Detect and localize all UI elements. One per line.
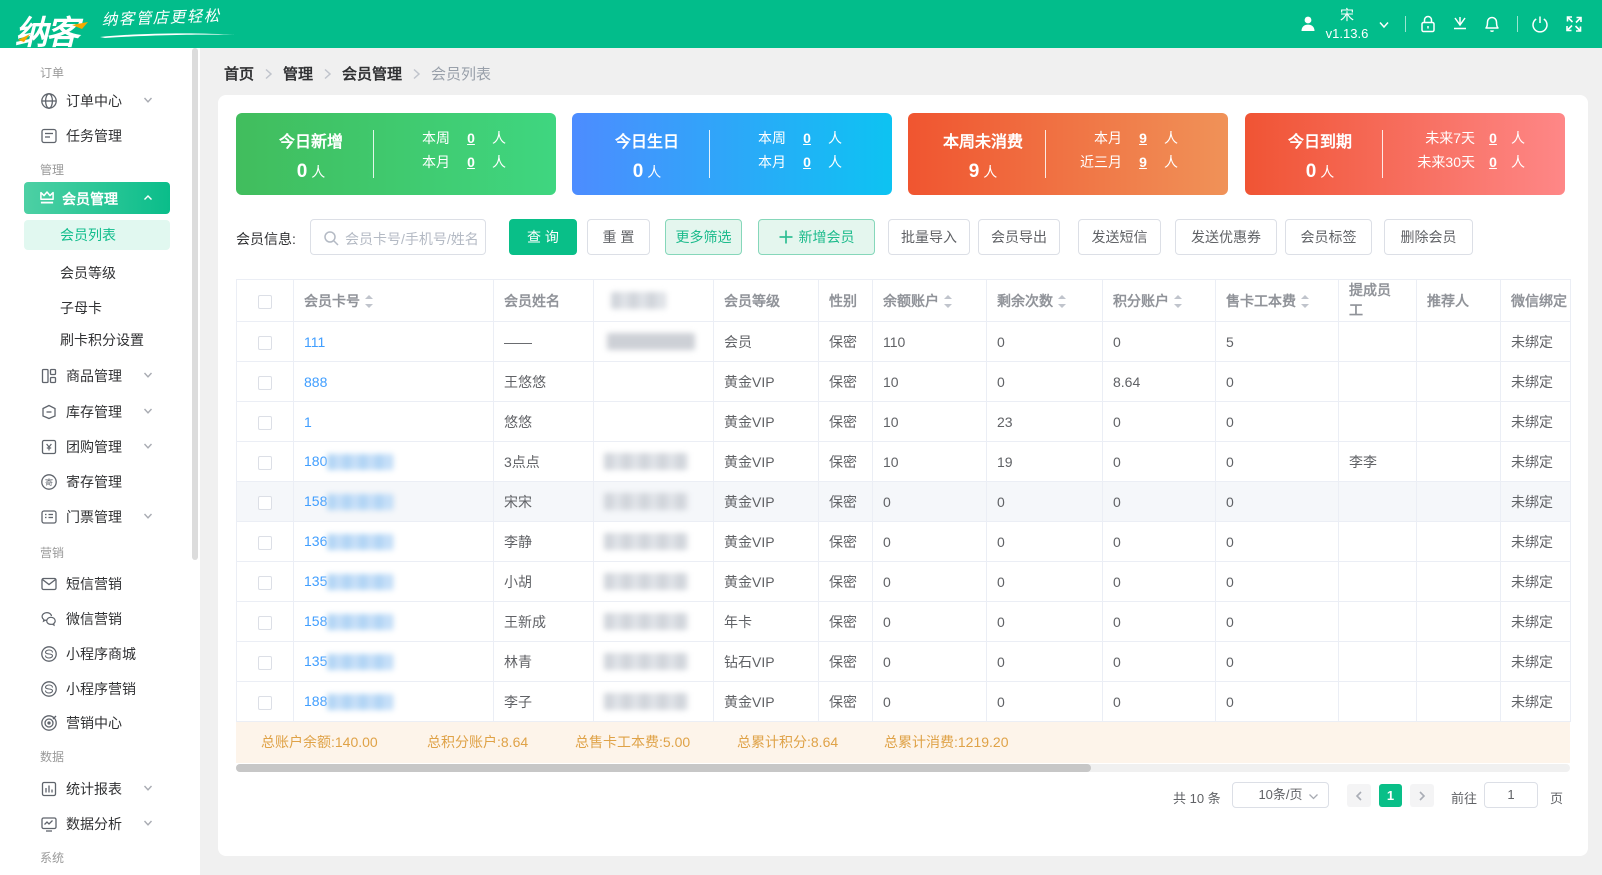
svg-text:寄: 寄 [45, 477, 53, 487]
svg-text:纳客管店更轻松: 纳客管店更轻松 [101, 7, 221, 29]
